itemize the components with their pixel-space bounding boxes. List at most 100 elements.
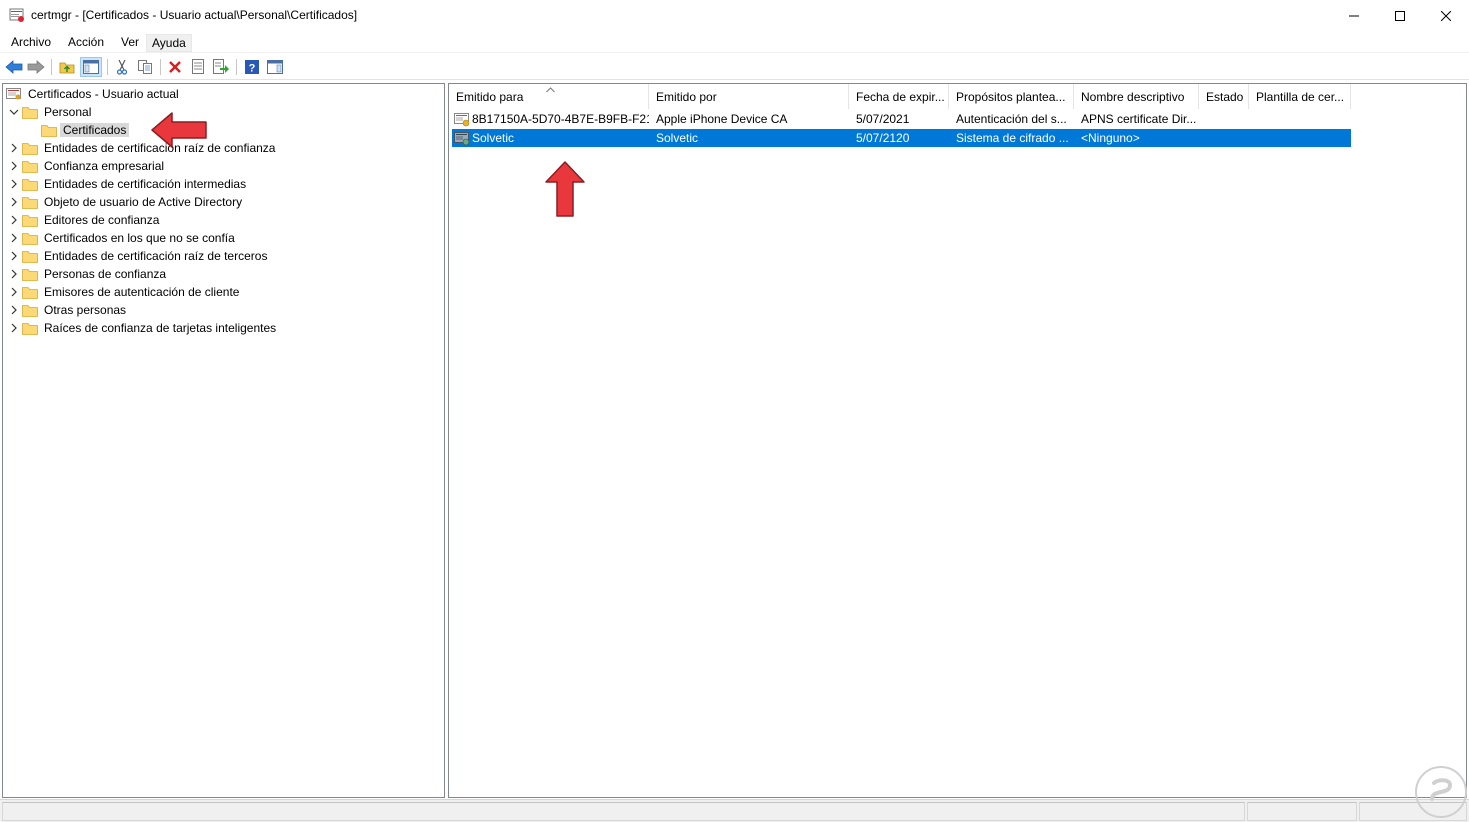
tree-item-label: Emisores de autenticación de cliente bbox=[44, 285, 240, 299]
certificate-list[interactable]: Emitido para Emitido por Fecha de expir.… bbox=[448, 83, 1467, 798]
properties-icon[interactable] bbox=[188, 57, 208, 77]
folder-icon bbox=[22, 141, 38, 155]
cell-nombre-descriptivo: APNS certificate Dir... bbox=[1081, 112, 1197, 126]
column-header-label: Propósitos plantea... bbox=[956, 89, 1066, 104]
chevron-right-icon[interactable] bbox=[8, 304, 20, 316]
tree-item-label: Otras personas bbox=[44, 303, 127, 317]
delete-icon[interactable] bbox=[165, 57, 185, 77]
folder-icon bbox=[22, 249, 38, 263]
tree-item[interactable]: Entidades de certificación raíz de terce… bbox=[8, 247, 270, 265]
tree-item[interactable]: Personas de confianza bbox=[8, 265, 169, 283]
annotation-arrow-up-icon bbox=[545, 161, 585, 217]
menu-ver[interactable]: Ver bbox=[116, 34, 144, 50]
folder-icon bbox=[22, 195, 38, 209]
folder-icon bbox=[22, 267, 38, 281]
tree-item-label: Editores de confianza bbox=[44, 213, 160, 227]
tree-item-label: Personas de confianza bbox=[44, 267, 167, 281]
close-button[interactable] bbox=[1423, 0, 1469, 31]
svg-text:?: ? bbox=[249, 63, 256, 75]
chevron-right-icon[interactable] bbox=[8, 214, 20, 226]
cell-propositos: Sistema de cifrado ... bbox=[956, 131, 1069, 145]
cell-emitido-para: Solvetic bbox=[472, 131, 515, 145]
menu-ayuda[interactable]: Ayuda bbox=[146, 34, 192, 52]
certificate-row-selected[interactable]: Solvetic Solvetic 5/07/2120 Sistema de c… bbox=[452, 129, 1351, 147]
tree-root[interactable]: Certificados - Usuario actual bbox=[6, 85, 182, 103]
up-folder-icon[interactable] bbox=[57, 57, 77, 77]
column-header-emitido-por[interactable]: Emitido por bbox=[649, 84, 849, 109]
cell-nombre-descriptivo: <Ninguno> bbox=[1081, 131, 1140, 145]
back-icon[interactable] bbox=[4, 57, 24, 77]
console-tree[interactable]: Certificados - Usuario actual Personal C… bbox=[2, 83, 445, 798]
chevron-right-icon[interactable] bbox=[8, 250, 20, 262]
show-hide-console-tree-icon[interactable] bbox=[80, 57, 102, 77]
column-header-label: Emitido para bbox=[456, 89, 524, 104]
forward-icon[interactable] bbox=[26, 57, 46, 77]
copy-icon[interactable] bbox=[135, 57, 155, 77]
tree-item-personal[interactable]: Personal bbox=[8, 103, 94, 121]
folder-icon bbox=[22, 285, 38, 299]
folder-icon bbox=[22, 321, 38, 335]
column-header-estado[interactable]: Estado bbox=[1199, 84, 1249, 109]
maximize-button[interactable] bbox=[1377, 0, 1423, 31]
certificate-icon bbox=[454, 130, 470, 146]
tree-item-label: Certificados en los que no se confía bbox=[44, 231, 235, 245]
column-header-nombre-descriptivo[interactable]: Nombre descriptivo bbox=[1074, 84, 1199, 109]
tree-item-certificados[interactable]: Certificados bbox=[41, 121, 130, 139]
folder-icon bbox=[22, 159, 38, 173]
tree-item[interactable]: Certificados en los que no se confía bbox=[8, 229, 238, 247]
tree-item[interactable]: Editores de confianza bbox=[8, 211, 162, 229]
menu-accion[interactable]: Acción bbox=[63, 34, 109, 50]
certificate-store-icon bbox=[6, 87, 22, 101]
cell-fecha-expiracion: 5/07/2021 bbox=[856, 112, 910, 126]
tree-item[interactable]: Objeto de usuario de Active Directory bbox=[8, 193, 245, 211]
annotation-arrow-left-icon bbox=[151, 112, 207, 148]
column-header-plantilla[interactable]: Plantilla de cer... bbox=[1249, 84, 1351, 109]
column-header-label: Nombre descriptivo bbox=[1081, 89, 1185, 104]
certificate-icon bbox=[454, 111, 470, 127]
chevron-right-icon[interactable] bbox=[8, 232, 20, 244]
chevron-right-icon[interactable] bbox=[8, 178, 20, 190]
status-segment bbox=[2, 802, 1245, 821]
tree-item[interactable]: Confianza empresarial bbox=[8, 157, 167, 175]
chevron-right-icon[interactable] bbox=[8, 160, 20, 172]
tree-item[interactable]: Entidades de certificación intermedias bbox=[8, 175, 249, 193]
sort-ascending-icon bbox=[546, 85, 555, 95]
export-list-icon[interactable] bbox=[211, 57, 231, 77]
column-header-fecha-expiracion[interactable]: Fecha de expir... bbox=[849, 84, 949, 109]
tree-item[interactable]: Raíces de confianza de tarjetas intelige… bbox=[8, 319, 279, 337]
cell-emitido-por: Apple iPhone Device CA bbox=[656, 112, 788, 126]
chevron-right-icon[interactable] bbox=[8, 286, 20, 298]
chevron-right-icon[interactable] bbox=[8, 322, 20, 334]
column-header-propositos[interactable]: Propósitos plantea... bbox=[949, 84, 1074, 109]
show-action-pane-icon[interactable] bbox=[265, 57, 285, 77]
tree-item-label: Certificados bbox=[60, 123, 130, 137]
chevron-right-icon[interactable] bbox=[8, 196, 20, 208]
tree-item-label: Personal bbox=[44, 105, 92, 119]
tree-root-label: Certificados - Usuario actual bbox=[28, 87, 179, 101]
tree-item[interactable]: Otras personas bbox=[8, 301, 129, 319]
tree-item[interactable]: Entidades de certificación raíz de confi… bbox=[8, 139, 278, 157]
tree-item-label: Entidades de certificación intermedias bbox=[44, 177, 247, 191]
chevron-right-icon[interactable] bbox=[8, 268, 20, 280]
tree-item[interactable]: Emisores de autenticación de cliente bbox=[8, 283, 242, 301]
folder-icon bbox=[22, 303, 38, 317]
certificate-row[interactable]: 8B17150A-5D70-4B7E-B9FB-F21... Apple iPh… bbox=[452, 110, 1351, 128]
column-header-label: Fecha de expir... bbox=[856, 89, 945, 104]
menu-archivo[interactable]: Archivo bbox=[6, 34, 56, 50]
cell-fecha-expiracion: 5/07/2120 bbox=[856, 131, 910, 145]
cell-emitido-por: Solvetic bbox=[656, 131, 699, 145]
cut-icon[interactable] bbox=[112, 57, 132, 77]
certmgr-app-icon bbox=[9, 7, 25, 23]
cell-emitido-para: 8B17150A-5D70-4B7E-B9FB-F21... bbox=[472, 112, 649, 126]
folder-icon bbox=[22, 105, 38, 119]
folder-icon bbox=[22, 177, 38, 191]
chevron-right-icon[interactable] bbox=[8, 142, 20, 154]
chevron-down-icon[interactable] bbox=[8, 106, 20, 118]
help-icon[interactable]: ? bbox=[242, 57, 262, 77]
window-title: certmgr - [Certificados - Usuario actual… bbox=[31, 8, 358, 22]
folder-icon bbox=[22, 231, 38, 245]
column-header-label: Emitido por bbox=[656, 89, 717, 104]
minimize-button[interactable] bbox=[1331, 0, 1377, 31]
folder-icon bbox=[22, 213, 38, 227]
toolbar: ? bbox=[0, 54, 1469, 80]
